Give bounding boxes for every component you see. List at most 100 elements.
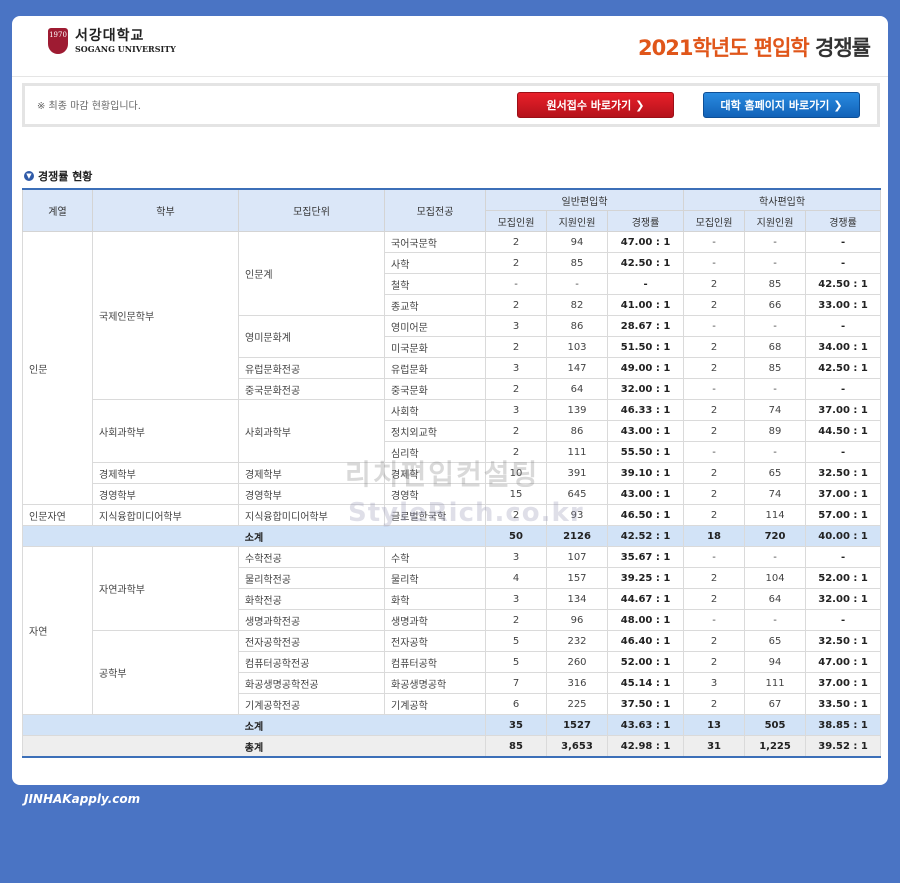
category-cell: 인문 — [22, 231, 93, 505]
bachelor-quota: 2 — [683, 693, 746, 715]
page-title: 2021학년도 편입학 경쟁률 — [638, 32, 871, 62]
general-quota: 3 — [485, 546, 547, 568]
school-cell: 경영학부 — [92, 483, 239, 505]
general-ratio: 47.00 : 1 — [606, 231, 685, 253]
bachelor-quota: 13 — [683, 714, 746, 736]
major-cell: 유럽문화 — [384, 357, 486, 379]
bachelor-ratio: 33.00 : 1 — [805, 294, 882, 316]
general-quota: 3 — [485, 588, 547, 610]
watermark-text: 리치편입컨설팅 — [345, 458, 540, 491]
general-ratio: 39.25 : 1 — [606, 567, 685, 589]
major-cell: 생명과학 — [384, 609, 486, 631]
general-ratio: 43.00 : 1 — [606, 483, 685, 505]
bachelor-quota: - — [683, 231, 746, 253]
general-quota: 2 — [485, 609, 547, 631]
title-year: 2021학년도 — [638, 36, 748, 60]
general-applicants: - — [546, 273, 608, 295]
bachelor-applicants: 65 — [744, 462, 807, 484]
general-applicants: 139 — [546, 399, 608, 421]
general-applicants: 232 — [546, 630, 608, 652]
major-cell: 사학 — [384, 252, 486, 274]
bachelor-ratio: - — [805, 315, 882, 337]
bachelor-applicants: - — [744, 315, 807, 337]
general-applicants: 1527 — [546, 714, 608, 736]
bachelor-applicants: - — [744, 441, 807, 463]
header-school: 학부 — [92, 188, 239, 232]
major-cell: 미국문화 — [384, 336, 486, 358]
bachelor-applicants: 85 — [744, 357, 807, 379]
unit-cell: 화공생명공학전공 — [238, 672, 385, 694]
bachelor-quota: - — [683, 378, 746, 400]
bachelor-ratio: - — [805, 378, 882, 400]
general-quota: 6 — [485, 693, 547, 715]
bachelor-ratio: 38.85 : 1 — [805, 714, 882, 736]
chevron-right-icon: ❯ — [635, 98, 645, 112]
general-ratio: 42.98 : 1 — [606, 735, 685, 758]
bachelor-quota: 2 — [683, 588, 746, 610]
bachelor-quota: 2 — [683, 462, 746, 484]
shield-icon: 1970 — [48, 28, 68, 54]
section-title-text: 경쟁률 현황 — [38, 170, 93, 183]
general-quota: 4 — [485, 567, 547, 589]
homepage-button[interactable]: 대학 홈페이지 바로가기 ❯ — [703, 92, 860, 118]
bachelor-quota: 2 — [683, 420, 746, 442]
unit-cell: 인문계 — [238, 231, 385, 316]
bachelor-applicants: 111 — [744, 672, 807, 694]
header-bachelor: 학사편입학 — [683, 188, 882, 211]
school-cell: 사회과학부 — [92, 399, 239, 463]
general-ratio: 46.40 : 1 — [606, 630, 685, 652]
bachelor-ratio: 47.00 : 1 — [805, 651, 882, 673]
logo-mark-text: 1970 — [49, 31, 67, 39]
bachelor-quota: 2 — [683, 336, 746, 358]
general-applicants: 111 — [546, 441, 608, 463]
bachelor-applicants: 74 — [744, 483, 807, 505]
chevron-down-icon: ▼ — [24, 171, 34, 181]
category-cell: 인문자연 — [22, 504, 93, 526]
unit-cell: 화학전공 — [238, 588, 385, 610]
apply-button[interactable]: 원서접수 바로가기 ❯ — [517, 92, 674, 118]
bachelor-applicants: 505 — [744, 714, 807, 736]
general-quota: 3 — [485, 399, 547, 421]
table-row: 자연 자연과학부 수학전공 수학 3 107 35.67 : 1 - - - — [22, 546, 882, 715]
school-cell: 지식융합미디어학부 — [92, 504, 239, 526]
unit-cell: 수학전공 — [238, 546, 385, 568]
general-ratio: 46.33 : 1 — [606, 399, 685, 421]
university-logo[interactable]: 1970 서강대학교 SOGANG UNIVERSITY — [48, 28, 176, 54]
header-ratio: 경쟁률 — [805, 210, 882, 232]
general-ratio: 51.50 : 1 — [606, 336, 685, 358]
general-ratio: 45.14 : 1 — [606, 672, 685, 694]
bachelor-applicants: 94 — [744, 651, 807, 673]
general-quota: - — [485, 273, 547, 295]
general-applicants: 94 — [546, 231, 608, 253]
header-quota: 모집인원 — [485, 210, 547, 232]
general-quota: 3 — [485, 315, 547, 337]
unit-cell: 영미문화계 — [238, 315, 385, 358]
bachelor-ratio: 52.00 : 1 — [805, 567, 882, 589]
title-tail: 경쟁률 — [815, 36, 871, 60]
bachelor-applicants: - — [744, 609, 807, 631]
general-ratio: 43.00 : 1 — [606, 420, 685, 442]
major-cell: 종교학 — [384, 294, 486, 316]
bachelor-ratio: 32.50 : 1 — [805, 630, 882, 652]
bachelor-applicants: 74 — [744, 399, 807, 421]
bachelor-applicants: - — [744, 546, 807, 568]
bachelor-quota: - — [683, 609, 746, 631]
bachelor-applicants: 66 — [744, 294, 807, 316]
unit-cell: 전자공학전공 — [238, 630, 385, 652]
general-applicants: 3,653 — [546, 735, 608, 758]
general-ratio: 44.67 : 1 — [606, 588, 685, 610]
general-ratio: 46.50 : 1 — [606, 504, 685, 526]
header-ratio: 경쟁률 — [606, 210, 685, 232]
general-quota: 50 — [485, 525, 547, 547]
subtotal-label: 소계 — [22, 714, 486, 736]
bachelor-ratio: 37.00 : 1 — [805, 483, 882, 505]
general-ratio: 42.52 : 1 — [606, 525, 685, 547]
bachelor-ratio: 33.50 : 1 — [805, 693, 882, 715]
general-ratio: 49.00 : 1 — [606, 357, 685, 379]
major-cell: 영미어문 — [384, 315, 486, 337]
footer-brand[interactable]: JINHAKapply.com — [24, 792, 140, 806]
general-quota: 85 — [485, 735, 547, 758]
bachelor-quota: 31 — [683, 735, 746, 758]
general-ratio: 43.63 : 1 — [606, 714, 685, 736]
bachelor-applicants: 1,225 — [744, 735, 807, 758]
